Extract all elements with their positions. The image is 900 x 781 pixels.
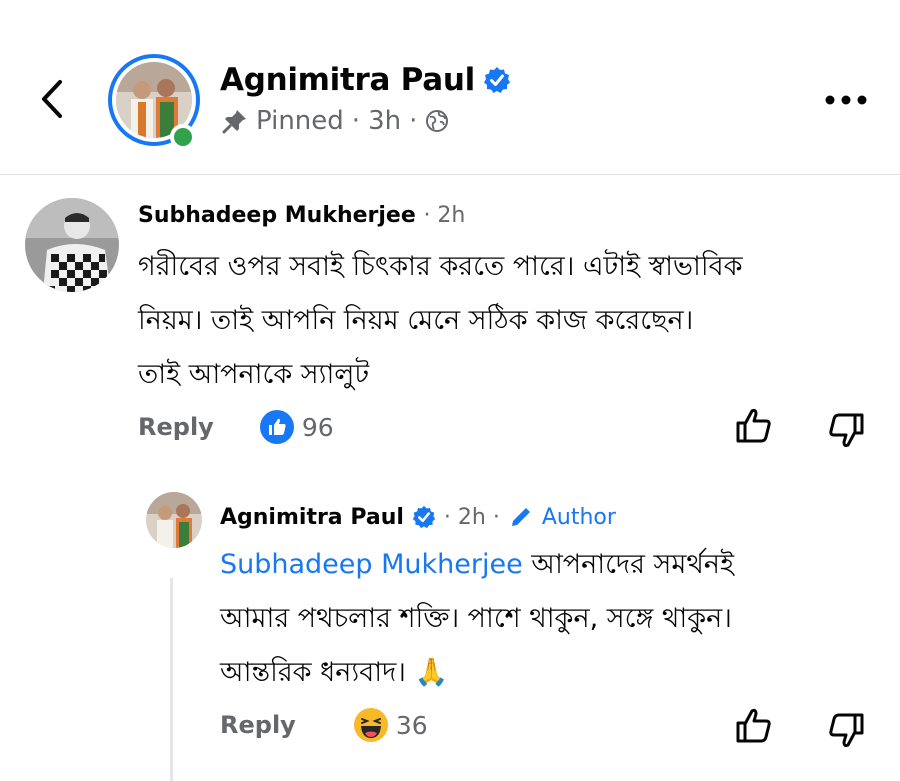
author-badge: Author [541,504,616,530]
post-header: Agnimitra Paul Pinned · 3h · [0,0,900,175]
reaction-count[interactable]: 96 [302,413,334,442]
reaction-count[interactable]: 36 [396,711,428,740]
comment-time[interactable]: · 2h [423,203,465,228]
commenter-avatar[interactable] [25,198,119,292]
comment-line: গরীবের ওপর সবাই চিৎকার করতে পারে। এটাই স… [138,251,743,282]
reply-thread-line [170,578,173,781]
reply-button[interactable]: Reply [220,711,296,739]
reply-line: Subhadeep Mukherjee আপনাদের সমর্থনই [220,538,734,592]
pinned-label: Pinned [256,106,344,136]
verified-badge-icon [483,67,510,93]
reply-text: Subhadeep Mukherjee আপনাদের সমর্থনই আমার… [220,538,734,700]
commenter-name: Subhadeep Mukherjee · 2h [138,203,465,228]
globe-icon [426,110,449,132]
reply-author-name-text[interactable]: Agnimitra Paul [220,505,404,530]
back-arrow-icon[interactable] [30,76,76,122]
pin-icon [222,110,246,134]
verified-badge-icon [412,505,436,529]
reply-line: আমার পথচলার শক্তি। পাশে থাকুন, সঙ্গে থাক… [220,603,732,634]
online-status-dot [170,124,196,150]
meta-separator-2: · [409,106,418,136]
reply-line: আন্তরিক ধন্যবাদ। 🙏 [220,657,449,688]
haha-reaction-icon[interactable] [353,708,388,742]
reply-line-text: আপনাদের সমর্থনই [522,549,735,580]
reply-author-avatar[interactable] [146,492,202,548]
thumbs-down-icon[interactable] [826,410,866,450]
post-meta: Pinned · 3h · [222,106,449,136]
commenter-name-text[interactable]: Subhadeep Mukherjee [138,203,416,228]
thumbs-up-icon[interactable] [734,706,774,746]
pencil-icon [511,508,530,526]
mention-link[interactable]: Subhadeep Mukherjee [220,549,523,580]
reply-button[interactable]: Reply [138,413,214,441]
reply-time[interactable]: · 2h · [444,505,500,530]
thumbs-up-icon[interactable] [734,406,774,446]
thumbs-down-icon[interactable] [826,710,866,750]
comment-actions: Reply 96 [138,410,334,444]
reply-actions: Reply 36 [220,708,428,742]
like-reaction-icon[interactable] [259,410,294,444]
comment-line: তাই আপনাকে স্যালুট [138,359,370,390]
comment-line: নিয়ম। তাই আপনি নিয়ম মেনে সঠিক কাজ করেছ… [138,305,694,336]
more-options-icon[interactable] [822,90,870,110]
page-name[interactable]: Agnimitra Paul [220,62,511,98]
page-name-text[interactable]: Agnimitra Paul [220,62,475,98]
comment-text: গরীবের ওপর সবাই চিৎকার করতে পারে। এটাই স… [138,240,743,402]
reply-author-name: Agnimitra Paul · 2h · Author [220,504,616,530]
post-time[interactable]: 3h [368,106,401,136]
meta-separator: · [351,106,361,136]
